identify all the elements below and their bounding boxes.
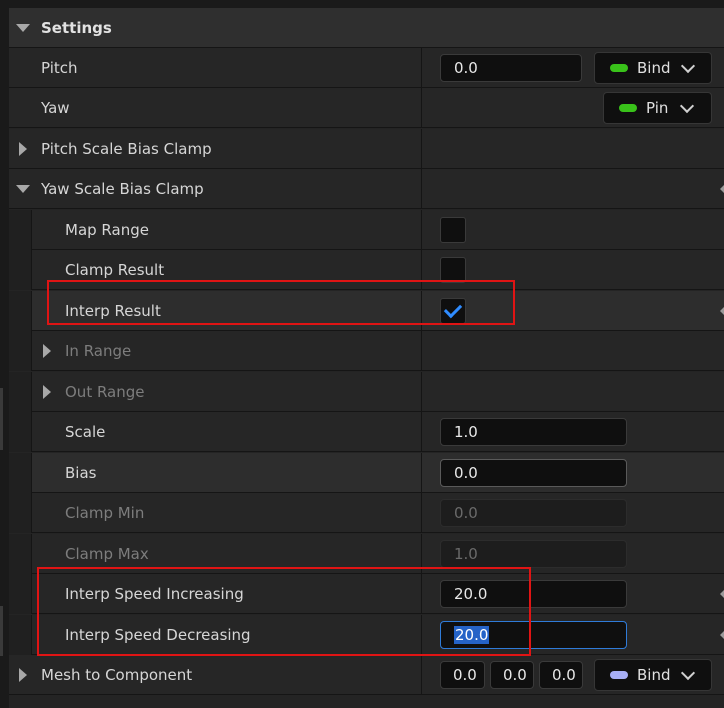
pitch-scale-bias-clamp-row[interactable]: Pitch Scale Bias Clamp <box>9 129 724 169</box>
column-divider <box>421 412 422 452</box>
map-range-label: Map Range <box>65 221 149 239</box>
details-panel: Settings Pitch 0.0 Bind Yaw Pin Pitch Sc… <box>9 0 724 708</box>
nest-indent <box>9 291 32 331</box>
bind-pill-icon <box>610 64 628 72</box>
pin-pill-icon <box>619 104 637 112</box>
collapse-arrow-icon[interactable] <box>16 185 30 193</box>
bias-input[interactable]: 0.0 <box>440 459 627 487</box>
mesh-to-component-row[interactable]: Mesh to Component 0.0 0.0 0.0 Bind <box>9 655 724 695</box>
nest-indent <box>9 493 32 533</box>
yaw-pin-button[interactable]: Pin <box>603 92 712 124</box>
out-range-label: Out Range <box>65 383 145 401</box>
yaw-row: Yaw Pin <box>9 88 724 128</box>
mesh-to-component-label: Mesh to Component <box>41 666 193 684</box>
highlight-box-interp-speed <box>37 567 531 656</box>
nest-indent <box>9 210 32 250</box>
column-divider <box>421 169 422 209</box>
yaw-scale-bias-clamp-label: Yaw Scale Bias Clamp <box>41 180 204 198</box>
bind-pill-icon <box>610 671 628 679</box>
nest-indent <box>9 453 32 493</box>
left-edge-mark <box>0 606 3 656</box>
highlight-box-interp-result <box>47 280 515 325</box>
nest-indent <box>9 250 32 290</box>
bias-row: Bias 0.0 <box>9 453 724 493</box>
column-divider <box>421 331 422 371</box>
clamp-min-row: Clamp Min 0.0 <box>9 493 724 533</box>
scale-row: Scale 1.0 <box>9 412 724 452</box>
column-divider <box>421 372 422 412</box>
settings-header-label: Settings <box>41 19 112 37</box>
mesh-to-component-x-input[interactable]: 0.0 <box>440 661 485 689</box>
pitch-row: Pitch 0.0 Bind <box>9 48 724 88</box>
mesh-to-component-y-input[interactable]: 0.0 <box>490 661 534 689</box>
reset-arrow-icon[interactable] <box>720 307 724 315</box>
expand-arrow-icon[interactable] <box>43 344 51 358</box>
pitch-input[interactable]: 0.0 <box>440 54 582 82</box>
column-divider <box>421 129 422 169</box>
nest-indent <box>9 412 32 452</box>
out-range-row[interactable]: Out Range <box>9 372 724 412</box>
column-divider <box>421 210 422 250</box>
settings-category-header[interactable]: Settings <box>9 8 724 48</box>
clamp-max-input: 1.0 <box>440 540 627 568</box>
column-divider <box>421 48 422 88</box>
left-edge-mark <box>0 388 3 450</box>
column-divider <box>421 493 422 533</box>
expand-arrow-icon[interactable] <box>19 142 27 156</box>
in-range-label: In Range <box>65 342 132 360</box>
reset-arrow-icon[interactable] <box>720 185 724 193</box>
nest-indent <box>9 574 32 614</box>
clamp-min-label: Clamp Min <box>65 504 145 522</box>
scale-label: Scale <box>65 423 106 441</box>
column-divider <box>421 88 422 128</box>
chevron-down-icon <box>679 98 695 114</box>
yaw-pin-label: Pin <box>646 99 669 117</box>
yaw-scale-bias-clamp-row[interactable]: Yaw Scale Bias Clamp <box>9 169 724 209</box>
chevron-down-icon <box>680 665 696 681</box>
chevron-down-icon <box>680 58 696 74</box>
mesh-to-component-bind-button[interactable]: Bind <box>594 659 712 691</box>
map-range-checkbox[interactable] <box>440 217 466 243</box>
map-range-row: Map Range <box>9 210 724 250</box>
mesh-to-component-z-input[interactable]: 0.0 <box>539 661 583 689</box>
nest-indent <box>9 331 32 371</box>
pitch-label: Pitch <box>41 59 78 77</box>
in-range-row[interactable]: In Range <box>9 331 724 371</box>
column-divider <box>421 655 422 695</box>
column-divider <box>421 453 422 493</box>
reset-arrow-icon[interactable] <box>720 631 724 639</box>
panel-top-strip <box>9 0 724 8</box>
pitch-bind-button[interactable]: Bind <box>594 52 712 84</box>
pitch-bind-label: Bind <box>637 59 671 77</box>
collapse-arrow-icon[interactable] <box>16 24 30 32</box>
bias-label: Bias <box>65 464 97 482</box>
mesh-bind-label: Bind <box>637 666 671 684</box>
yaw-label: Yaw <box>41 99 70 117</box>
clamp-min-input: 0.0 <box>440 499 627 527</box>
pitch-scale-bias-clamp-label: Pitch Scale Bias Clamp <box>41 140 212 158</box>
reset-arrow-icon[interactable] <box>720 590 724 598</box>
nest-indent <box>9 372 32 412</box>
expand-arrow-icon[interactable] <box>43 385 51 399</box>
nest-indent <box>9 615 32 655</box>
nest-indent <box>9 534 32 574</box>
scale-input[interactable]: 1.0 <box>440 418 627 446</box>
expand-arrow-icon[interactable] <box>19 668 27 682</box>
